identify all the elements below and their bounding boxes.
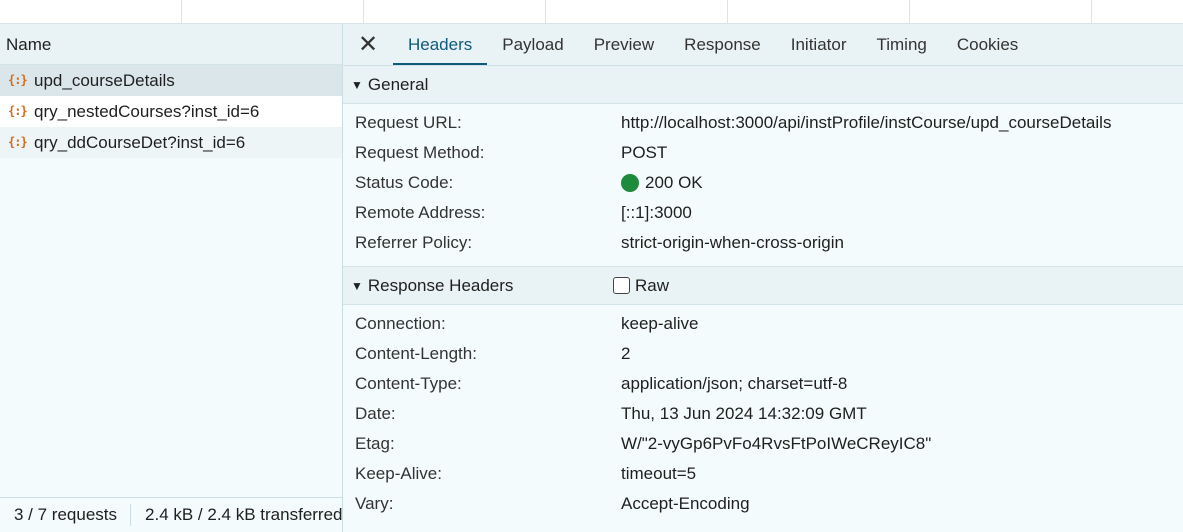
header-row: Keep-Alive: timeout=5 bbox=[343, 459, 1183, 489]
header-value: Accept-Encoding bbox=[621, 494, 750, 513]
triangle-down-icon: ▼ bbox=[351, 77, 363, 92]
header-row: Content-Type: application/json; charset=… bbox=[343, 369, 1183, 399]
header-value: [::1]:3000 bbox=[621, 203, 692, 222]
header-key: Etag: bbox=[355, 434, 395, 453]
section-title: Response Headers bbox=[367, 275, 514, 295]
general-section: Request URL: http://localhost:3000/api/i… bbox=[343, 104, 1183, 267]
tab-preview[interactable]: Preview bbox=[579, 24, 669, 65]
network-status-bar: 3 / 7 requests 2.4 kB / 2.4 kB transferr… bbox=[0, 497, 342, 532]
header-value: application/json; charset=utf-8 bbox=[621, 374, 848, 393]
header-row: Connection: keep-alive bbox=[343, 309, 1183, 339]
request-name: upd_courseDetails bbox=[34, 71, 175, 90]
header-row: Request URL: http://localhost:3000/api/i… bbox=[343, 108, 1183, 138]
request-detail-panel: ✕ Headers Payload Preview Response Initi… bbox=[343, 24, 1183, 532]
request-count: 3 / 7 requests bbox=[0, 504, 132, 526]
header-key: Date: bbox=[355, 404, 396, 423]
header-key: Vary: bbox=[355, 494, 394, 513]
header-key: Connection: bbox=[355, 314, 446, 333]
request-name: qry_ddCourseDet?inst_id=6 bbox=[34, 133, 246, 152]
header-key: Content-Type: bbox=[355, 374, 462, 393]
timeline-gridline bbox=[727, 0, 728, 24]
timeline-gridline bbox=[1091, 0, 1092, 24]
timeline-gridline bbox=[181, 0, 182, 24]
header-value: http://localhost:3000/api/instProfile/in… bbox=[621, 113, 1112, 132]
header-value: POST bbox=[621, 143, 668, 162]
response-headers-section: Connection: keep-alive Content-Length: 2… bbox=[343, 305, 1183, 519]
timeline-gridline bbox=[363, 0, 364, 24]
tab-headers[interactable]: Headers bbox=[393, 24, 488, 65]
request-row[interactable]: {:} qry_ddCourseDet?inst_id=6 bbox=[0, 127, 342, 158]
json-file-icon: {:} bbox=[8, 135, 28, 149]
section-title: General bbox=[367, 74, 429, 94]
header-value: 2 bbox=[621, 344, 631, 363]
header-row: Remote Address: [::1]:3000 bbox=[343, 198, 1183, 228]
status-code-value: 200 OK bbox=[621, 168, 703, 198]
header-key: Remote Address: bbox=[355, 203, 486, 222]
request-row[interactable]: {:} upd_courseDetails bbox=[0, 65, 342, 96]
tab-response[interactable]: Response bbox=[669, 24, 776, 65]
header-key: Request URL: bbox=[355, 113, 462, 132]
header-row: Date: Thu, 13 Jun 2024 14:32:09 GMT bbox=[343, 399, 1183, 429]
header-row: Content-Length: 2 bbox=[343, 339, 1183, 369]
header-key: Request Method: bbox=[355, 143, 485, 162]
response-headers-section-toggle[interactable]: ▼ Response Headers Raw bbox=[343, 267, 1183, 305]
request-row[interactable]: {:} qry_nestedCourses?inst_id=6 bbox=[0, 96, 342, 127]
timeline-overview[interactable] bbox=[0, 0, 1183, 24]
raw-checkbox[interactable] bbox=[613, 277, 630, 294]
json-file-icon: {:} bbox=[8, 73, 28, 87]
tab-timing[interactable]: Timing bbox=[861, 24, 941, 65]
header-row: Vary: Accept-Encoding bbox=[343, 489, 1183, 519]
timeline-gridline bbox=[545, 0, 546, 24]
header-key: Referrer Policy: bbox=[355, 233, 473, 252]
header-value: W/"2-vyGp6PvFo4RvsFtPoIWeCReyIC8" bbox=[621, 434, 932, 453]
timeline-gridline bbox=[909, 0, 910, 24]
close-icon[interactable]: ✕ bbox=[343, 24, 393, 65]
tab-payload[interactable]: Payload bbox=[487, 24, 578, 65]
header-value: Thu, 13 Jun 2024 14:32:09 GMT bbox=[621, 404, 867, 423]
request-name: qry_nestedCourses?inst_id=6 bbox=[34, 102, 260, 121]
json-file-icon: {:} bbox=[8, 104, 28, 118]
header-row: Status Code: 200 OK bbox=[343, 168, 1183, 198]
raw-toggle[interactable]: Raw bbox=[613, 267, 669, 305]
detail-tab-bar: ✕ Headers Payload Preview Response Initi… bbox=[343, 24, 1183, 66]
request-list-panel: Name {:} upd_courseDetails {:} qry_neste… bbox=[0, 24, 343, 532]
general-section-toggle[interactable]: ▼ General bbox=[343, 66, 1183, 104]
tab-initiator[interactable]: Initiator bbox=[776, 24, 862, 65]
transferred-size: 2.4 kB / 2.4 kB transferred bbox=[145, 505, 342, 524]
status-ok-icon bbox=[621, 174, 639, 192]
header-row: Etag: W/"2-vyGp6PvFo4RvsFtPoIWeCReyIC8" bbox=[343, 429, 1183, 459]
header-value: timeout=5 bbox=[621, 464, 697, 483]
status-text: 200 OK bbox=[645, 173, 703, 192]
raw-label: Raw bbox=[635, 275, 670, 295]
tab-cookies[interactable]: Cookies bbox=[942, 24, 1033, 65]
name-column-header[interactable]: Name bbox=[0, 24, 342, 65]
header-key: Status Code: bbox=[355, 173, 454, 192]
header-value: keep-alive bbox=[621, 314, 699, 333]
triangle-down-icon: ▼ bbox=[351, 278, 363, 293]
header-row: Referrer Policy: strict-origin-when-cros… bbox=[343, 228, 1183, 258]
header-value: strict-origin-when-cross-origin bbox=[621, 233, 844, 252]
header-row: Request Method: POST bbox=[343, 138, 1183, 168]
header-key: Keep-Alive: bbox=[355, 464, 442, 483]
header-key: Content-Length: bbox=[355, 344, 477, 363]
